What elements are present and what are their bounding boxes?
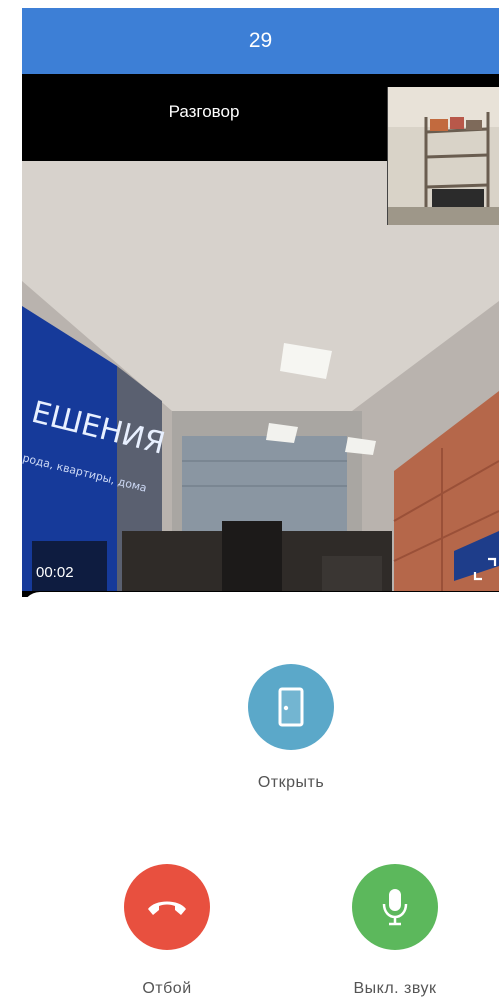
intercom-video-feed: ЕШЕНИЯ рода, квартиры, дома (22, 161, 499, 597)
call-controls-panel: Открыть Отбой Выкл. звук (22, 592, 499, 997)
expand-icon (473, 557, 497, 581)
mute-label: Выкл. звук (353, 980, 437, 997)
hangup-label: Отбой (142, 980, 192, 997)
hangup-button[interactable] (124, 864, 210, 950)
microphone-icon (382, 889, 408, 926)
phone-hangup-icon (148, 901, 186, 915)
video-area: Разговор ЕШЕНИЯ рода, квартиры, дома 00:… (22, 74, 499, 597)
call-timer: 00:02 (36, 564, 74, 581)
mute-action: Выкл. звук (315, 864, 475, 998)
open-door-label: Открыть (257, 774, 325, 791)
open-door-button[interactable] (248, 664, 334, 750)
hangup-action: Отбой (87, 864, 247, 998)
self-video-pip[interactable] (387, 87, 499, 225)
app-header: 29 (22, 8, 499, 74)
header-title: 29 (248, 29, 273, 52)
mute-button[interactable] (352, 864, 438, 950)
open-door-action: Открыть (211, 664, 371, 792)
call-status-label: Разговор (168, 102, 240, 121)
door-icon (278, 687, 304, 727)
fullscreen-button[interactable] (472, 556, 498, 582)
